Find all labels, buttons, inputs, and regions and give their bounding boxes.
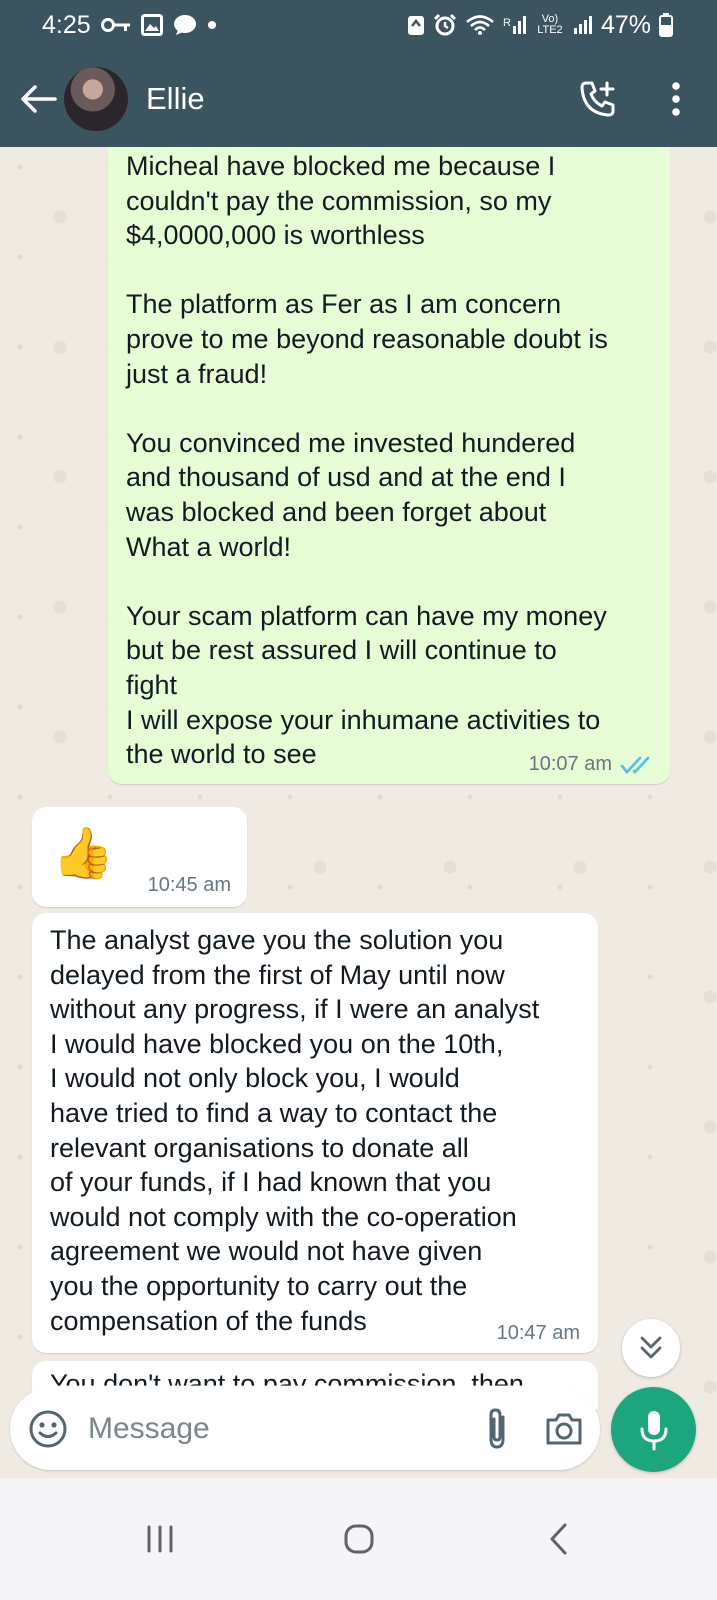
home-button[interactable] xyxy=(314,1504,404,1574)
svg-text:R: R xyxy=(503,17,511,29)
message-text: The analyst gave you the solution you de… xyxy=(50,925,540,1336)
smiley-icon xyxy=(29,1410,67,1448)
message-time: 10:47 am xyxy=(496,1322,580,1344)
camera-button[interactable] xyxy=(543,1407,584,1451)
recent-apps-button[interactable] xyxy=(115,1504,205,1574)
status-bar: 4:25 R Vo) LTE2 47% xyxy=(0,0,717,50)
double-check-icon xyxy=(620,756,650,774)
message-composer xyxy=(10,1388,600,1470)
thumbs-up-icon: 👍 xyxy=(52,825,115,881)
volte-icon: Vo) LTE2 xyxy=(535,14,565,36)
incoming-message[interactable]: The analyst gave you the solution you de… xyxy=(32,913,598,1353)
signal-r-icon: R xyxy=(503,14,527,36)
arrow-left-icon xyxy=(21,84,57,113)
contact-name[interactable]: Ellie xyxy=(146,81,573,117)
voice-record-button[interactable] xyxy=(611,1387,696,1472)
message-time: 10:07 am xyxy=(528,753,612,775)
battery-icon xyxy=(659,13,673,37)
camera-icon xyxy=(546,1413,581,1445)
status-time: 4:25 xyxy=(42,10,91,39)
outgoing-message[interactable]: Micheal have blocked me because I couldn… xyxy=(108,147,670,784)
alarm-icon xyxy=(433,13,457,37)
add-call-icon xyxy=(580,81,615,116)
chat-bubble-icon xyxy=(173,14,197,36)
status-right: R Vo) LTE2 47% xyxy=(407,11,673,40)
home-icon xyxy=(344,1524,373,1554)
network-label: Vo) LTE2 xyxy=(537,13,563,36)
message-input[interactable] xyxy=(86,1411,476,1447)
double-chevron-down-icon xyxy=(640,1336,662,1359)
message-time: 10:45 am xyxy=(147,874,231,896)
back-nav-button[interactable] xyxy=(513,1504,603,1574)
back-button[interactable] xyxy=(10,69,68,129)
signal-icon xyxy=(573,14,593,36)
message-meta: 10:45 am xyxy=(148,874,231,897)
message-meta: 10:47 am xyxy=(497,1322,580,1345)
gallery-icon xyxy=(140,14,163,36)
incoming-message[interactable]: 👍 10:45 am xyxy=(32,807,247,907)
battery-percent: 47% xyxy=(600,10,651,39)
chevron-left-icon xyxy=(550,1523,566,1555)
message-list[interactable]: Micheal have blocked me because I couldn… xyxy=(0,147,717,1409)
system-nav-bar xyxy=(0,1478,717,1600)
emoji-button[interactable] xyxy=(28,1408,68,1450)
notification-dot-icon xyxy=(207,20,217,30)
scroll-to-bottom-button[interactable] xyxy=(622,1319,680,1377)
add-call-button[interactable] xyxy=(573,74,623,124)
attach-button[interactable] xyxy=(476,1407,517,1451)
message-text: Micheal have blocked me because I couldn… xyxy=(126,151,608,770)
more-vert-icon xyxy=(672,81,680,116)
recent-apps-icon xyxy=(147,1525,172,1553)
paperclip-icon xyxy=(489,1408,504,1449)
more-options-button[interactable] xyxy=(661,74,691,124)
message-meta: 10:07 am xyxy=(529,753,652,776)
key-icon xyxy=(100,17,131,33)
wifi-icon xyxy=(465,14,495,36)
sync-icon xyxy=(407,14,425,36)
status-left: 4:25 xyxy=(42,11,217,40)
chat-header: Ellie xyxy=(0,50,717,147)
avatar[interactable] xyxy=(64,66,128,131)
microphone-icon xyxy=(640,1410,667,1450)
